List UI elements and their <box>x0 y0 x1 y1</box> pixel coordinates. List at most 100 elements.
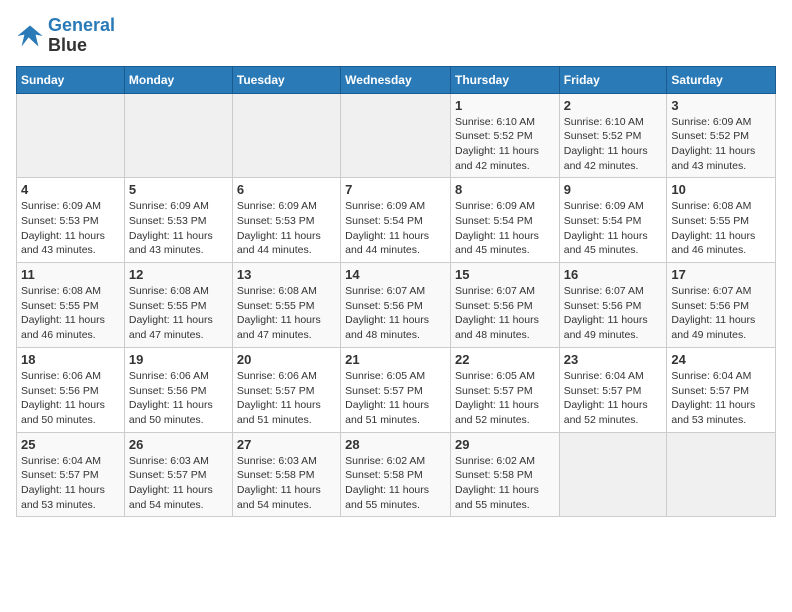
cell-info: Sunrise: 6:07 AM Sunset: 5:56 PM Dayligh… <box>564 284 663 343</box>
calendar-cell: 10Sunrise: 6:08 AM Sunset: 5:55 PM Dayli… <box>667 178 776 263</box>
cell-date: 21 <box>345 352 446 367</box>
cell-info: Sunrise: 6:02 AM Sunset: 5:58 PM Dayligh… <box>345 454 446 513</box>
calendar-cell: 21Sunrise: 6:05 AM Sunset: 5:57 PM Dayli… <box>341 347 451 432</box>
cell-date: 20 <box>237 352 336 367</box>
logo-text: GeneralBlue <box>48 16 115 56</box>
calendar-cell: 3Sunrise: 6:09 AM Sunset: 5:52 PM Daylig… <box>667 93 776 178</box>
calendar-cell: 13 Sunrise: 6:08 AM Sunset: 5:55 PM Dayli… <box>232 263 340 348</box>
cell-info: Sunrise: 6:03 AM Sunset: 5:58 PM Dayligh… <box>237 454 336 513</box>
calendar-cell: 11Sunrise: 6:08 AM Sunset: 5:55 PM Dayli… <box>17 263 125 348</box>
calendar-cell: 16 Sunrise: 6:07 AM Sunset: 5:56 PM Dayli… <box>559 263 667 348</box>
calendar-cell: 9 Sunrise: 6:09 AM Sunset: 5:54 PM Daylig… <box>559 178 667 263</box>
column-header-sunday: Sunday <box>17 66 125 93</box>
calendar-cell <box>17 93 125 178</box>
cell-date: 11 <box>21 267 120 282</box>
cell-date: 25 <box>21 437 120 452</box>
cell-date: 1 <box>455 98 555 113</box>
cell-info: Sunrise: 6:09 AM Sunset: 5:54 PM Dayligh… <box>455 199 555 258</box>
cell-info: Sunrise: 6:06 AM Sunset: 5:57 PM Dayligh… <box>237 369 336 428</box>
cell-info: Sunrise: 6:10 AM Sunset: 5:52 PM Dayligh… <box>455 115 555 174</box>
calendar-cell <box>124 93 232 178</box>
calendar-cell: 8 Sunrise: 6:09 AM Sunset: 5:54 PM Daylig… <box>450 178 559 263</box>
cell-info: Sunrise: 6:09 AM Sunset: 5:53 PM Dayligh… <box>129 199 228 258</box>
calendar-cell: 26 Sunrise: 6:03 AM Sunset: 5:57 PM Dayli… <box>124 432 232 517</box>
calendar-cell: 22 Sunrise: 6:05 AM Sunset: 5:57 PM Dayli… <box>450 347 559 432</box>
cell-date: 22 <box>455 352 555 367</box>
calendar-cell: 29 Sunrise: 6:02 AM Sunset: 5:58 PM Dayli… <box>450 432 559 517</box>
calendar-cell: 24 Sunrise: 6:04 AM Sunset: 5:57 PM Dayli… <box>667 347 776 432</box>
cell-info: Sunrise: 6:02 AM Sunset: 5:58 PM Dayligh… <box>455 454 555 513</box>
calendar-cell: 14 Sunrise: 6:07 AM Sunset: 5:56 PM Dayli… <box>341 263 451 348</box>
cell-date: 6 <box>237 182 336 197</box>
cell-info: Sunrise: 6:06 AM Sunset: 5:56 PM Dayligh… <box>129 369 228 428</box>
column-header-monday: Monday <box>124 66 232 93</box>
logo: GeneralBlue <box>16 16 115 56</box>
cell-info: Sunrise: 6:09 AM Sunset: 5:53 PM Dayligh… <box>237 199 336 258</box>
cell-date: 17 <box>671 267 771 282</box>
column-header-saturday: Saturday <box>667 66 776 93</box>
calendar-cell <box>341 93 451 178</box>
calendar-cell: 5 Sunrise: 6:09 AM Sunset: 5:53 PM Daylig… <box>124 178 232 263</box>
calendar-cell: 17 Sunrise: 6:07 AM Sunset: 5:56 PM Dayli… <box>667 263 776 348</box>
cell-date: 12 <box>129 267 228 282</box>
cell-info: Sunrise: 6:03 AM Sunset: 5:57 PM Dayligh… <box>129 454 228 513</box>
cell-date: 28 <box>345 437 446 452</box>
calendar-table: SundayMondayTuesdayWednesdayThursdayFrid… <box>16 66 776 518</box>
cell-info: Sunrise: 6:09 AM Sunset: 5:54 PM Dayligh… <box>564 199 663 258</box>
column-header-tuesday: Tuesday <box>232 66 340 93</box>
cell-info: Sunrise: 6:06 AM Sunset: 5:56 PM Dayligh… <box>21 369 120 428</box>
calendar-cell: 12 Sunrise: 6:08 AM Sunset: 5:55 PM Dayli… <box>124 263 232 348</box>
calendar-cell: 23 Sunrise: 6:04 AM Sunset: 5:57 PM Dayli… <box>559 347 667 432</box>
cell-date: 18 <box>21 352 120 367</box>
cell-date: 29 <box>455 437 555 452</box>
calendar-cell: 6 Sunrise: 6:09 AM Sunset: 5:53 PM Daylig… <box>232 178 340 263</box>
cell-info: Sunrise: 6:04 AM Sunset: 5:57 PM Dayligh… <box>671 369 771 428</box>
calendar-cell: 18 Sunrise: 6:06 AM Sunset: 5:56 PM Dayli… <box>17 347 125 432</box>
page-header: GeneralBlue <box>16 16 776 56</box>
calendar-cell: 25 Sunrise: 6:04 AM Sunset: 5:57 PM Dayli… <box>17 432 125 517</box>
calendar-cell: 19 Sunrise: 6:06 AM Sunset: 5:56 PM Dayli… <box>124 347 232 432</box>
calendar-cell: 15Sunrise: 6:07 AM Sunset: 5:56 PM Dayli… <box>450 263 559 348</box>
calendar-cell <box>667 432 776 517</box>
cell-date: 5 <box>129 182 228 197</box>
cell-date: 26 <box>129 437 228 452</box>
cell-date: 3 <box>671 98 771 113</box>
calendar-cell: 1 Sunrise: 6:10 AM Sunset: 5:52 PM Daylig… <box>450 93 559 178</box>
cell-info: Sunrise: 6:08 AM Sunset: 5:55 PM Dayligh… <box>237 284 336 343</box>
cell-date: 27 <box>237 437 336 452</box>
week-row-3: 11 Sunrise: 6:08 AM Sunset: 5:55 PM Dayli… <box>17 263 776 348</box>
cell-date: 8 <box>455 182 555 197</box>
cell-date: 10 <box>671 182 771 197</box>
cell-info: Sunrise: 6:07 AM Sunset: 5:56 PM Dayligh… <box>345 284 446 343</box>
cell-date: 19 <box>129 352 228 367</box>
cell-date: 13 <box>237 267 336 282</box>
week-row-1: 1 Sunrise: 6:10 AM Sunset: 5:52 PM Daylig… <box>17 93 776 178</box>
week-row-5: 25 Sunrise: 6:04 AM Sunset: 5:57 PM Dayli… <box>17 432 776 517</box>
logo-icon <box>16 22 44 50</box>
cell-date: 4 <box>21 182 120 197</box>
cell-date: 14 <box>345 267 446 282</box>
cell-date: 16 <box>564 267 663 282</box>
week-row-4: 18 Sunrise: 6:06 AM Sunset: 5:56 PM Dayli… <box>17 347 776 432</box>
cell-info: Sunrise: 6:04 AM Sunset: 5:57 PM Dayligh… <box>564 369 663 428</box>
cell-info: Sunrise: 6:08 AM Sunset: 5:55 PM Dayligh… <box>129 284 228 343</box>
cell-info: Sunrise: 6:10 AM Sunset: 5:52 PM Dayligh… <box>564 115 663 174</box>
calendar-cell <box>232 93 340 178</box>
cell-date: 7 <box>345 182 446 197</box>
cell-info: Sunrise: 6:07 AM Sunset: 5:56 PM Dayligh… <box>671 284 771 343</box>
cell-date: 23 <box>564 352 663 367</box>
cell-date: 9 <box>564 182 663 197</box>
calendar-cell: 20 Sunrise: 6:06 AM Sunset: 5:57 PM Dayli… <box>232 347 340 432</box>
calendar-cell <box>559 432 667 517</box>
week-row-2: 4 Sunrise: 6:09 AM Sunset: 5:53 PM Daylig… <box>17 178 776 263</box>
cell-date: 24 <box>671 352 771 367</box>
column-header-friday: Friday <box>559 66 667 93</box>
cell-info: Sunrise: 6:05 AM Sunset: 5:57 PM Dayligh… <box>455 369 555 428</box>
cell-date: 15 <box>455 267 555 282</box>
cell-info: Sunrise: 6:09 AM Sunset: 5:54 PM Dayligh… <box>345 199 446 258</box>
cell-info: Sunrise: 6:04 AM Sunset: 5:57 PM Dayligh… <box>21 454 120 513</box>
calendar-cell: 7 Sunrise: 6:09 AM Sunset: 5:54 PM Daylig… <box>341 178 451 263</box>
column-header-thursday: Thursday <box>450 66 559 93</box>
calendar-cell: 2Sunrise: 6:10 AM Sunset: 5:52 PM Daylig… <box>559 93 667 178</box>
calendar-cell: 27 Sunrise: 6:03 AM Sunset: 5:58 PM Dayli… <box>232 432 340 517</box>
